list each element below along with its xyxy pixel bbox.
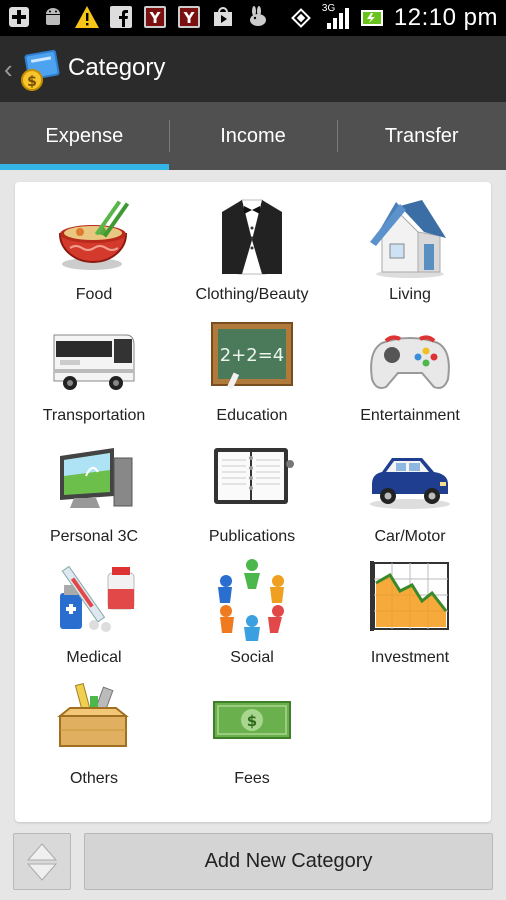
category-others[interactable]: Others	[15, 674, 173, 795]
gamepad-icon	[370, 335, 450, 389]
category-social[interactable]: Social	[173, 553, 331, 674]
page-title: Category	[68, 54, 166, 81]
svg-text:$: $	[247, 712, 257, 730]
category-car-motor[interactable]: Car/Motor	[331, 432, 489, 553]
svg-text:2+2=4: 2+2=4	[220, 345, 285, 366]
play-store-icon	[210, 4, 236, 30]
action-bar: ‹ $ Category	[0, 36, 506, 102]
category-label: Personal 3C	[49, 528, 139, 545]
rabbit-icon	[244, 4, 270, 30]
tab-label: Expense	[45, 124, 124, 147]
house-icon	[370, 200, 446, 278]
system-icons: 3G 12:10 pm	[288, 0, 498, 36]
notification-icons: Y Y	[6, 4, 270, 30]
category-personal-3c[interactable]: Personal 3C	[15, 432, 173, 553]
computer-icon	[60, 448, 133, 508]
add-new-category-button[interactable]: Add New Category	[84, 833, 493, 890]
box-icon	[57, 682, 129, 747]
warning-icon	[74, 4, 100, 30]
category-transportation[interactable]: Transportation	[15, 311, 173, 432]
tab-expense[interactable]: Expense	[0, 102, 169, 170]
battery-icon	[360, 5, 386, 31]
category-living[interactable]: Living	[331, 190, 489, 311]
category-clothing-beauty[interactable]: Clothing/Beauty	[173, 190, 331, 311]
notebook-icon	[214, 448, 294, 504]
category-food[interactable]: Food	[15, 190, 173, 311]
yahoo-icon: Y	[142, 4, 168, 30]
food-icon	[58, 200, 130, 270]
people-circle-icon	[218, 559, 284, 641]
chart-icon	[370, 561, 449, 631]
chalkboard-icon: 2+2=4	[211, 322, 293, 390]
category-grid-card: Food Clothing/Beauty Living Transportati…	[15, 182, 491, 822]
category-publications[interactable]: Publications	[173, 432, 331, 553]
add-new-category-label: Add New Category	[204, 850, 373, 872]
sort-button[interactable]	[13, 833, 71, 890]
tuxedo-icon	[222, 199, 282, 275]
bus-icon	[53, 334, 135, 390]
tab-income[interactable]: Income	[168, 102, 338, 170]
category-label: Car/Motor	[374, 528, 446, 545]
medical-icon	[60, 565, 135, 632]
tab-transfer[interactable]: Transfer	[337, 102, 506, 170]
category-label: Clothing/Beauty	[195, 286, 309, 303]
app-logo-icon[interactable]: $	[16, 46, 64, 94]
android-icon	[40, 4, 66, 30]
category-fees[interactable]: $ Fees	[173, 674, 331, 795]
category-grid: Food Clothing/Beauty Living Transportati…	[15, 190, 491, 795]
category-investment[interactable]: Investment	[331, 553, 489, 674]
category-label: Medical	[66, 649, 122, 666]
svg-text:Y: Y	[183, 9, 196, 27]
category-education[interactable]: 2+2=4 Education	[173, 311, 331, 432]
category-label: Transportation	[42, 407, 146, 424]
facebook-icon	[108, 4, 134, 30]
category-label: Living	[389, 286, 431, 303]
category-label: Entertainment	[360, 407, 460, 424]
signal-icon: 3G	[321, 3, 352, 31]
tab-label: Income	[220, 124, 286, 147]
category-medical[interactable]: Medical	[15, 553, 173, 674]
car-icon	[370, 458, 450, 509]
sort-arrows-icon	[26, 843, 58, 881]
network-type-label: 3G	[321, 3, 336, 14]
category-label: Fees	[234, 770, 270, 787]
category-entertainment[interactable]: Entertainment	[331, 311, 489, 432]
up-chevron-icon[interactable]: ‹	[4, 54, 13, 84]
category-label: Food	[75, 286, 113, 303]
tab-bar: Expense Income Transfer	[0, 102, 506, 170]
svg-text:Y: Y	[149, 9, 162, 27]
yahoo-icon: Y	[176, 4, 202, 30]
category-label: Social	[230, 649, 274, 666]
money-icon: $	[213, 701, 291, 739]
svg-text:$: $	[27, 74, 37, 90]
category-label: Publications	[208, 528, 296, 545]
category-label: Investment	[370, 649, 450, 666]
status-time: 12:10 pm	[393, 4, 498, 31]
tab-label: Transfer	[384, 124, 459, 147]
plus-icon	[6, 4, 32, 30]
category-label: Education	[216, 407, 288, 424]
category-label: Others	[69, 770, 118, 787]
status-bar: Y Y 3G 12:10 pm	[0, 0, 506, 36]
rotate-icon	[288, 5, 314, 31]
